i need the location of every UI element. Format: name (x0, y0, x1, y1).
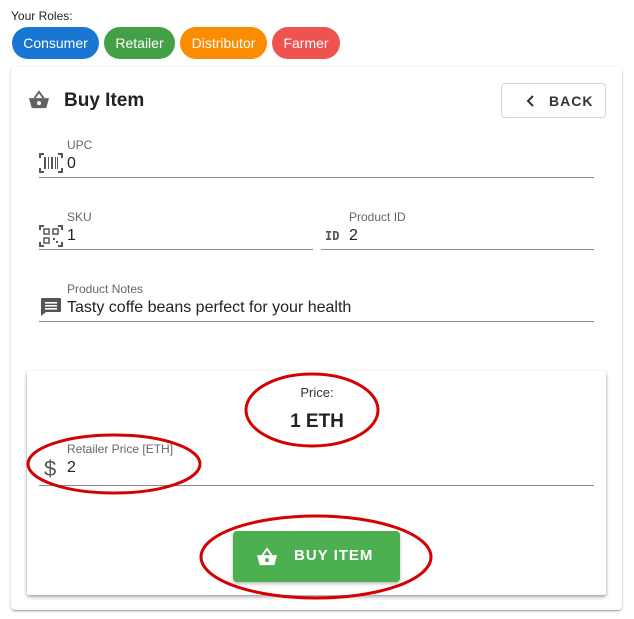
sku-label: SKU (67, 210, 92, 224)
retailer-price-label: Retailer Price [ETH] (67, 442, 174, 456)
role-chip-consumer[interactable]: Consumer (12, 27, 99, 59)
retailer-price-input[interactable]: 2 (67, 459, 76, 477)
dollar-icon: $ (44, 456, 57, 481)
id-icon: ID (325, 229, 340, 243)
basket-icon (257, 547, 277, 566)
qr-code-icon (39, 225, 63, 247)
product-notes-underline (39, 321, 594, 322)
barcode-icon (39, 153, 63, 173)
back-button-label: BACK (549, 93, 594, 109)
upc-underline (39, 177, 594, 178)
price-value: 1 ETH (290, 411, 344, 432)
role-chip-distributor[interactable]: Distributor (180, 27, 267, 59)
comment-icon (41, 298, 61, 316)
upc-input[interactable]: 0 (67, 155, 76, 173)
product-id-underline (321, 249, 594, 250)
upc-label: UPC (67, 138, 93, 152)
role-chip-retailer[interactable]: Retailer (104, 27, 175, 59)
chevron-left-icon (526, 95, 534, 107)
product-notes-label: Product Notes (67, 282, 144, 296)
product-notes-input[interactable]: Tasty coffe beans perfect for your healt… (67, 299, 351, 317)
back-button[interactable]: BACK (501, 83, 606, 118)
buy-item-button-label: BUY ITEM (294, 547, 374, 564)
basket-icon (29, 90, 49, 109)
role-chip-farmer[interactable]: Farmer (272, 27, 340, 59)
product-id-label: Product ID (349, 210, 406, 224)
sku-input[interactable]: 1 (67, 227, 76, 245)
retailer-price-underline (39, 485, 594, 486)
buy-item-button[interactable]: BUY ITEM (233, 531, 400, 582)
sku-underline (39, 249, 313, 250)
product-id-input[interactable]: 2 (349, 227, 358, 245)
roles-label: Your Roles: (11, 9, 73, 23)
price-label: Price: (300, 385, 334, 400)
page-title: Buy Item (64, 90, 145, 111)
